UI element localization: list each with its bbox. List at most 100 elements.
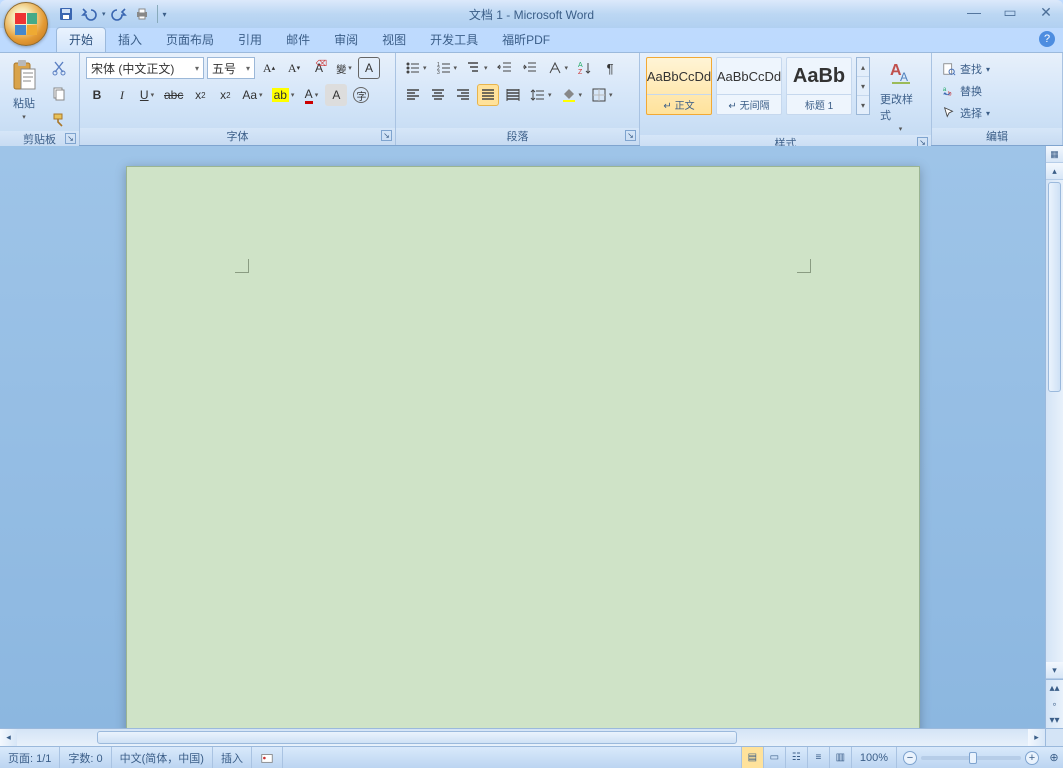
next-page-icon[interactable]: ▾▾: [1046, 712, 1063, 728]
vertical-scrollbar[interactable]: ▦ ▴ ▾ ▴▴ ◦ ▾▾: [1045, 146, 1063, 728]
scroll-down-icon[interactable]: ▾: [1046, 662, 1063, 679]
clipboard-dialog-launcher[interactable]: ↘: [65, 133, 76, 144]
sort-button[interactable]: AZ: [574, 57, 596, 79]
decrease-indent-button[interactable]: [494, 57, 516, 79]
zoom-slider-knob[interactable]: [969, 752, 977, 764]
numbering-button[interactable]: 123: [433, 57, 461, 79]
status-macro-icon[interactable]: [252, 747, 283, 768]
align-right-button[interactable]: [452, 84, 474, 106]
tab-view[interactable]: 视图: [370, 28, 418, 52]
paragraph-dialog-launcher[interactable]: ↘: [625, 130, 636, 141]
borders-button[interactable]: [588, 84, 616, 106]
style-normal[interactable]: AaBbCcDd ↵ 正文: [646, 57, 712, 115]
bullets-button[interactable]: [402, 57, 430, 79]
select-browse-object-icon[interactable]: ◦: [1046, 696, 1063, 712]
style-gallery-scroll[interactable]: ▴▾▾: [856, 57, 870, 115]
enclose-characters-icon[interactable]: 字: [350, 84, 372, 106]
close-button[interactable]: ✕: [1035, 3, 1057, 21]
redo-icon[interactable]: [109, 4, 129, 24]
strikethrough-button[interactable]: abc: [161, 84, 186, 106]
help-icon[interactable]: ?: [1039, 31, 1055, 47]
view-print-layout[interactable]: ▤: [742, 747, 764, 768]
status-language[interactable]: 中文(简体，中国): [112, 747, 213, 768]
multilevel-list-button[interactable]: [463, 57, 491, 79]
shading-button[interactable]: [558, 84, 586, 106]
qat-customize-icon[interactable]: ▾: [163, 10, 167, 19]
view-web-layout[interactable]: ☷: [786, 747, 808, 768]
tab-review[interactable]: 审阅: [322, 28, 370, 52]
distributed-button[interactable]: [502, 84, 524, 106]
change-case-button[interactable]: Aa: [239, 84, 265, 106]
show-marks-button[interactable]: ¶: [599, 57, 621, 79]
view-draft[interactable]: ▥: [830, 747, 852, 768]
quick-print-icon[interactable]: [132, 4, 152, 24]
tab-references[interactable]: 引用: [226, 28, 274, 52]
tab-mailings[interactable]: 邮件: [274, 28, 322, 52]
copy-icon[interactable]: [48, 83, 70, 105]
select-button[interactable]: 选择: [938, 103, 994, 123]
underline-button[interactable]: U: [136, 84, 158, 106]
line-spacing-button[interactable]: [527, 84, 555, 106]
style-heading-1[interactable]: AaBb 标题 1: [786, 57, 852, 115]
status-page[interactable]: 页面: 1/1: [0, 747, 60, 768]
italic-button[interactable]: I: [111, 84, 133, 106]
phonetic-guide-icon[interactable]: 變: [333, 57, 355, 79]
horizontal-scrollbar[interactable]: ◂ ▸: [0, 728, 1045, 746]
character-shading-icon[interactable]: A: [325, 84, 347, 106]
find-button[interactable]: 查找: [938, 59, 994, 79]
bold-button[interactable]: B: [86, 84, 108, 106]
style-no-spacing[interactable]: AaBbCcDd ↵ 无间隔: [716, 57, 782, 115]
highlight-button[interactable]: ab: [269, 84, 298, 106]
asian-layout-button[interactable]: [544, 57, 572, 79]
zoom-level[interactable]: 100%: [852, 747, 897, 768]
scroll-right-icon[interactable]: ▸: [1028, 729, 1045, 746]
align-center-button[interactable]: [427, 84, 449, 106]
font-dialog-launcher[interactable]: ↘: [381, 130, 392, 141]
view-outline[interactable]: ≡: [808, 747, 830, 768]
zoom-in-button[interactable]: +: [1025, 751, 1039, 765]
svg-text:3: 3: [437, 70, 440, 76]
status-word-count[interactable]: 字数: 0: [60, 747, 111, 768]
zoom-out-button[interactable]: −: [903, 751, 917, 765]
ribbon: 粘贴 ▾ 剪贴板↘ 宋体 (中文正文)▾ 五号▾ A▴ A▾ A⌫ 變 A: [0, 52, 1063, 146]
tab-insert[interactable]: 插入: [106, 28, 154, 52]
subscript-button[interactable]: x2: [189, 84, 211, 106]
font-color-button[interactable]: A: [300, 84, 322, 106]
tab-developer[interactable]: 开发工具: [418, 28, 490, 52]
scroll-left-icon[interactable]: ◂: [0, 729, 17, 746]
zoom-slider[interactable]: [921, 756, 1021, 760]
justify-button[interactable]: [477, 84, 499, 106]
font-name-combo[interactable]: 宋体 (中文正文)▾: [86, 57, 204, 79]
grow-font-icon[interactable]: A▴: [258, 57, 280, 79]
save-icon[interactable]: [56, 4, 76, 24]
tab-page-layout[interactable]: 页面布局: [154, 28, 226, 52]
minimize-button[interactable]: —: [963, 3, 985, 21]
status-insert-mode[interactable]: 插入: [213, 747, 252, 768]
clear-formatting-icon[interactable]: A⌫: [308, 57, 330, 79]
hscroll-thumb[interactable]: [97, 731, 737, 744]
change-styles-button[interactable]: AA 更改样式 ▾: [876, 57, 925, 135]
cut-icon[interactable]: [48, 57, 70, 79]
replace-button[interactable]: ab替换: [938, 81, 994, 101]
undo-icon[interactable]: [79, 4, 99, 24]
office-button[interactable]: [4, 2, 48, 46]
font-group-label: 字体: [227, 131, 249, 143]
zoom-fit-icon[interactable]: ⊕: [1045, 751, 1063, 764]
scroll-thumb[interactable]: [1048, 182, 1061, 392]
font-size-combo[interactable]: 五号▾: [207, 57, 255, 79]
format-painter-icon[interactable]: [48, 109, 70, 131]
paste-button[interactable]: 粘贴 ▾: [6, 57, 42, 123]
ruler-toggle-icon[interactable]: ▦: [1046, 146, 1063, 163]
superscript-button[interactable]: x2: [214, 84, 236, 106]
scroll-up-icon[interactable]: ▴: [1046, 163, 1063, 180]
tab-home[interactable]: 开始: [56, 27, 106, 52]
view-full-screen[interactable]: ▭: [764, 747, 786, 768]
character-border-icon[interactable]: A: [358, 57, 380, 79]
shrink-font-icon[interactable]: A▾: [283, 57, 305, 79]
page[interactable]: [126, 166, 920, 728]
align-left-button[interactable]: [402, 84, 424, 106]
increase-indent-button[interactable]: [519, 57, 541, 79]
tab-foxit-pdf[interactable]: 福昕PDF: [490, 28, 562, 52]
maximize-button[interactable]: ▭: [999, 3, 1021, 21]
prev-page-icon[interactable]: ▴▴: [1046, 680, 1063, 696]
